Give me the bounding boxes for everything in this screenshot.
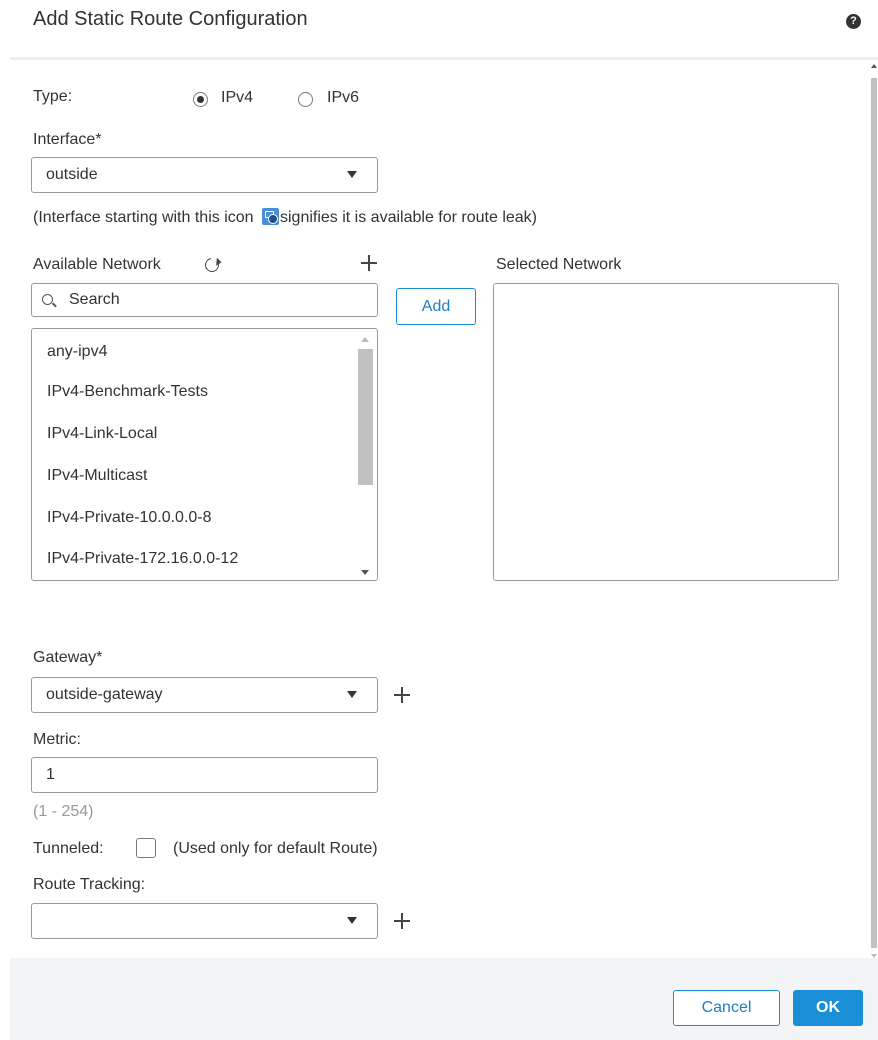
refresh-icon[interactable] (202, 255, 222, 275)
radio-ipv6[interactable] (298, 92, 313, 107)
available-network-label: Available Network (33, 256, 161, 273)
metric-input-value: 1 (46, 766, 55, 783)
metric-label: Metric: (33, 731, 81, 748)
available-network-search-input[interactable]: Search (31, 283, 378, 317)
route-leak-icon (261, 208, 279, 225)
gateway-select-value: outside-gateway (46, 686, 163, 703)
selected-network-label: Selected Network (496, 256, 622, 273)
scroll-up-icon[interactable] (361, 337, 369, 342)
ok-button[interactable]: OK (793, 990, 863, 1026)
type-label: Type: (33, 88, 73, 105)
interface-hint-after: signifies it is available for route leak… (279, 209, 537, 226)
interface-select-value: outside (46, 166, 98, 183)
list-item[interactable]: IPv4-Benchmark-Tests (47, 383, 208, 401)
tunneled-label: Tunneled: (33, 840, 104, 857)
add-button[interactable]: Add (396, 288, 476, 325)
list-item[interactable]: IPv4-Multicast (47, 467, 147, 485)
help-icon[interactable]: ? (846, 14, 861, 29)
radio-ipv6-label[interactable]: IPv6 (327, 89, 359, 107)
search-placeholder: Search (69, 291, 120, 308)
metric-range-hint: (1 - 254) (33, 803, 94, 820)
add-network-object-icon[interactable] (359, 253, 379, 273)
selected-network-list[interactable] (493, 283, 839, 581)
interface-hint: (Interface starting with this icon signi… (33, 208, 537, 227)
list-item[interactable]: IPv4-Private-172.16.0.0-12 (47, 550, 238, 568)
available-network-list[interactable]: any-ipv4 IPv4-Benchmark-Tests IPv4-Link-… (31, 328, 378, 581)
interface-select[interactable]: outside (31, 157, 378, 193)
chevron-down-icon (347, 917, 357, 924)
scroll-thumb[interactable] (871, 78, 877, 948)
dialog-scrollbar[interactable] (870, 58, 878, 958)
radio-ipv4[interactable] (193, 92, 208, 107)
dialog-title: Add Static Route Configuration (33, 8, 308, 30)
gateway-label: Gateway* (33, 649, 103, 666)
header-divider (10, 57, 878, 60)
radio-ipv4-label[interactable]: IPv4 (221, 89, 253, 107)
scroll-up-icon[interactable] (871, 64, 877, 68)
list-scrollbar[interactable] (357, 335, 373, 575)
add-route-tracking-icon[interactable] (392, 911, 412, 931)
gateway-select[interactable]: outside-gateway (31, 677, 378, 713)
metric-input[interactable]: 1 (31, 757, 378, 793)
cancel-button[interactable]: Cancel (673, 990, 780, 1026)
tunneled-checkbox[interactable] (136, 838, 156, 858)
chevron-down-icon (347, 691, 357, 698)
tunneled-note: (Used only for default Route) (173, 840, 378, 857)
scroll-thumb[interactable] (358, 349, 373, 485)
list-item[interactable]: IPv4-Private-10.0.0.0-8 (47, 509, 212, 527)
interface-label: Interface* (33, 131, 102, 148)
scroll-down-icon[interactable] (361, 570, 369, 575)
interface-hint-before: (Interface starting with this icon (33, 209, 258, 226)
route-tracking-select[interactable] (31, 903, 378, 939)
add-gateway-icon[interactable] (392, 685, 412, 705)
list-item[interactable]: any-ipv4 (47, 343, 107, 361)
dialog-header: Add Static Route Configuration ? (0, 0, 878, 58)
chevron-down-icon (347, 171, 357, 178)
search-icon (42, 294, 53, 305)
list-item[interactable]: IPv4-Link-Local (47, 425, 157, 443)
route-tracking-label: Route Tracking: (33, 876, 146, 893)
